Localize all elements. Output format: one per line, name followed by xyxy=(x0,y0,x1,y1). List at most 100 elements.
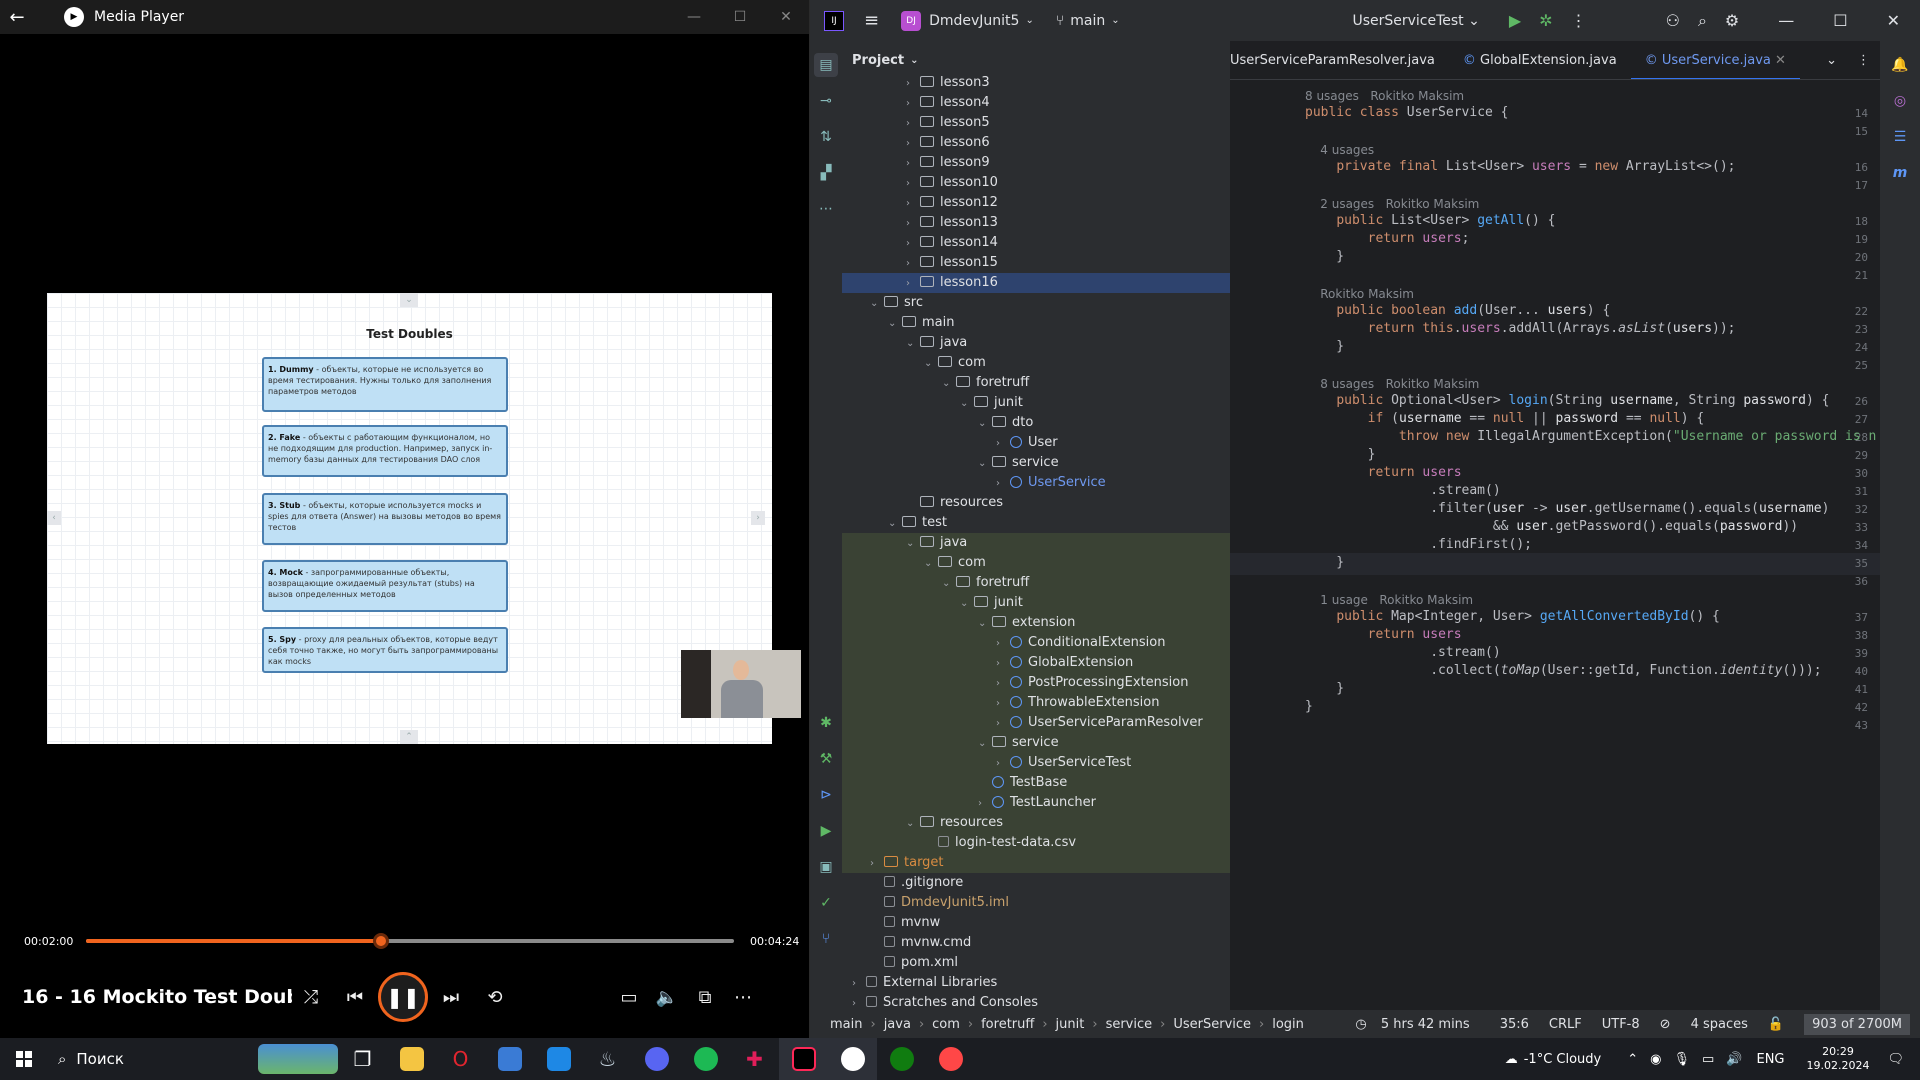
chevron-down-icon[interactable]: ⌄ xyxy=(888,514,902,534)
chevron-right-icon[interactable]: › xyxy=(870,854,884,874)
tree-item[interactable]: ⌄ test xyxy=(842,513,1230,533)
tree-item[interactable]: › lesson6 xyxy=(842,133,1230,153)
tree-item[interactable]: ⌄ foretruff xyxy=(842,573,1230,593)
chevron-right-icon[interactable]: › xyxy=(996,434,1010,454)
terminal-icon[interactable]: ▣ xyxy=(814,855,838,879)
tree-item[interactable]: pom.xml xyxy=(842,953,1230,973)
code-line[interactable]: .filter(user -> user.getUsername().equal… xyxy=(1305,501,1829,516)
tree-item[interactable]: › lesson13 xyxy=(842,213,1230,233)
bug-icon[interactable]: ✱ xyxy=(814,711,838,735)
chevron-down-icon[interactable]: ⌄ xyxy=(870,294,884,314)
seek-bar[interactable] xyxy=(86,933,734,949)
code-line[interactable]: .collect(toMap(User::getId, Function.ide… xyxy=(1305,663,1821,678)
slide-prev-button[interactable]: ‹ xyxy=(47,511,61,525)
spotify-icon[interactable] xyxy=(681,1038,730,1080)
chevron-right-icon[interactable]: › xyxy=(906,174,920,194)
code-line[interactable]: .findFirst(); xyxy=(1305,537,1532,552)
chevron-right-icon[interactable]: › xyxy=(906,114,920,134)
caret-position[interactable]: 35:6 xyxy=(1500,1017,1529,1032)
language-indicator[interactable]: ENG xyxy=(1756,1052,1784,1067)
tree-item[interactable]: › lesson3 xyxy=(842,73,1230,93)
xbox-icon[interactable] xyxy=(877,1038,926,1080)
slide-down-button[interactable]: ⌃ xyxy=(400,730,418,744)
breadcrumb-item[interactable]: foretruff xyxy=(981,1017,1034,1032)
store-icon[interactable] xyxy=(485,1038,534,1080)
debug-icon[interactable]: ✲ xyxy=(1539,11,1552,30)
tree-item[interactable]: › lesson4 xyxy=(842,93,1230,113)
maximize-icon[interactable]: ☐ xyxy=(1833,11,1847,30)
tree-item[interactable]: .gitignore xyxy=(842,873,1230,893)
vcs-lock-icon[interactable]: 🔓 xyxy=(1768,1017,1784,1032)
tree-item[interactable]: ⌄ com xyxy=(842,353,1230,373)
breadcrumb-item[interactable]: login xyxy=(1272,1017,1304,1032)
more-options-icon[interactable]: ⋯ xyxy=(724,978,762,1016)
inlay-hint[interactable]: Rokitko Maksim xyxy=(1305,287,1414,301)
commit-icon[interactable]: ⊸ xyxy=(814,89,838,113)
tree-item[interactable]: resources xyxy=(842,493,1230,513)
tree-item[interactable]: mvnw xyxy=(842,913,1230,933)
notifications-icon[interactable]: 🔔 xyxy=(1888,53,1912,77)
code-line[interactable]: public List<User> getAll() { xyxy=(1305,213,1555,228)
code-line[interactable]: } xyxy=(1305,555,1344,570)
chevron-right-icon[interactable]: › xyxy=(906,254,920,274)
tree-item[interactable]: ⌄ main xyxy=(842,313,1230,333)
code-line[interactable]: .stream() xyxy=(1305,483,1500,498)
steam-icon[interactable]: ♨ xyxy=(583,1038,632,1080)
git-icon[interactable]: ⑂ xyxy=(814,927,838,951)
tree-item[interactable]: ⌄ junit xyxy=(842,393,1230,413)
tree-item[interactable]: › ThrowableExtension xyxy=(842,693,1230,713)
main-menu-icon[interactable]: ≡ xyxy=(864,10,879,31)
inlay-hint[interactable]: 2 usages Rokitko Maksim xyxy=(1305,197,1479,211)
tree-item[interactable]: › ConditionalExtension xyxy=(842,633,1230,653)
chevron-right-icon[interactable]: › xyxy=(906,74,920,94)
chevron-right-icon[interactable]: › xyxy=(996,474,1010,494)
code-line[interactable]: && user.getPassword().equals(password)) xyxy=(1305,519,1798,534)
tabs-dropdown-icon[interactable]: ⌄ xyxy=(1816,53,1847,68)
chevron-right-icon[interactable]: › xyxy=(996,654,1010,674)
database-icon[interactable]: ☰ xyxy=(1888,125,1912,149)
inlay-hint[interactable]: 4 usages xyxy=(1305,143,1374,157)
code-line[interactable]: return users xyxy=(1305,465,1462,480)
code-line[interactable]: public Map<Integer, User> getAllConverte… xyxy=(1305,609,1720,624)
tree-item[interactable]: › lesson9 xyxy=(842,153,1230,173)
chevron-down-icon[interactable]: ⌄ xyxy=(906,334,920,354)
shuffle-icon[interactable]: ⤮ xyxy=(292,978,330,1016)
memory-indicator[interactable]: 903 of 2700M xyxy=(1804,1013,1910,1035)
tree-item[interactable]: ⌄ foretruff xyxy=(842,373,1230,393)
code-line[interactable]: } xyxy=(1305,339,1344,354)
code-line[interactable]: public boolean add(User... users) { xyxy=(1305,303,1610,318)
tree-item[interactable]: › Scratches and Consoles xyxy=(842,993,1230,1010)
inlay-hint[interactable]: 8 usages Rokitko Maksim xyxy=(1305,377,1479,391)
tabs-more-icon[interactable]: ⋮ xyxy=(1847,53,1880,68)
chevron-right-icon[interactable]: › xyxy=(906,134,920,154)
tab-globalextension[interactable]: © GlobalExtension.java xyxy=(1449,41,1631,79)
project-switcher[interactable]: DmdevJunit5 xyxy=(929,13,1019,29)
maven-icon[interactable]: m xyxy=(1888,161,1912,185)
breadcrumb-item[interactable]: UserService xyxy=(1173,1017,1251,1032)
tree-item[interactable]: › lesson5 xyxy=(842,113,1230,133)
code-line[interactable]: } xyxy=(1305,249,1344,264)
tree-item[interactable]: login-test-data.csv xyxy=(842,833,1230,853)
tree-item[interactable]: TestBase xyxy=(842,773,1230,793)
search-icon[interactable]: ⌕ xyxy=(1698,11,1707,31)
tree-item[interactable]: ⌄ extension xyxy=(842,613,1230,633)
chevron-down-icon[interactable]: ⌄ xyxy=(978,414,992,434)
chevron-right-icon[interactable]: › xyxy=(996,634,1010,654)
chevron-right-icon[interactable]: › xyxy=(852,994,866,1010)
chevron-down-icon[interactable]: ⌄ xyxy=(978,614,992,634)
slide-next-button[interactable]: › xyxy=(751,511,765,525)
structure-icon[interactable]: ▞ xyxy=(814,161,838,185)
chevron-right-icon[interactable]: › xyxy=(996,754,1010,774)
breadcrumb-item[interactable]: java xyxy=(884,1017,911,1032)
maximize-icon[interactable]: ☐ xyxy=(717,9,763,25)
chevron-down-icon[interactable]: ⌄ xyxy=(924,554,938,574)
discord-icon[interactable] xyxy=(632,1038,681,1080)
code-area[interactable]: 13 8 usages Rokitko Maksim 14 public class … xyxy=(1230,81,1880,1010)
chevron-right-icon[interactable]: › xyxy=(906,234,920,254)
chevron-down-icon[interactable]: ⌄ xyxy=(924,354,938,374)
chevron-down-icon[interactable]: ⌄ xyxy=(942,374,956,394)
next-icon[interactable]: ⏭ xyxy=(432,978,470,1016)
previous-icon[interactable]: ⏮ xyxy=(336,978,374,1016)
file-encoding[interactable]: UTF-8 xyxy=(1602,1017,1640,1032)
repeat-off-icon[interactable]: ⟲ xyxy=(476,978,514,1016)
